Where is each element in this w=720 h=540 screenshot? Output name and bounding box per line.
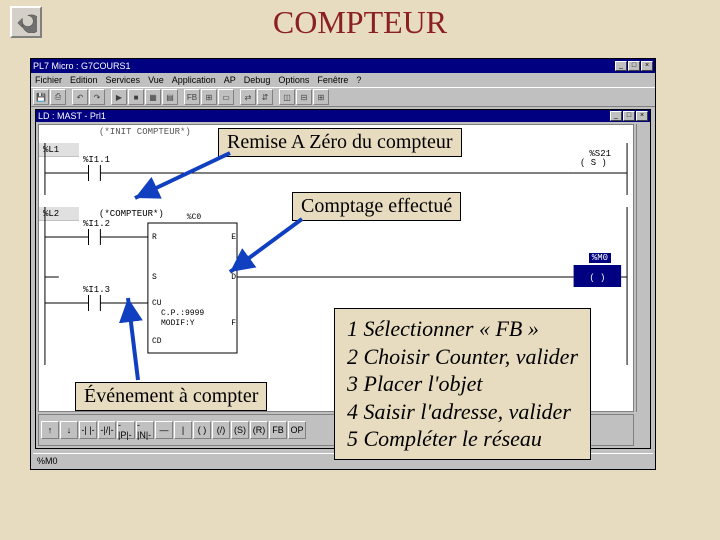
tool-print-icon[interactable]: ⎙ xyxy=(50,89,66,105)
svg-text:( S ): ( S ) xyxy=(580,158,607,168)
tool-undo-icon[interactable]: ↶ xyxy=(72,89,88,105)
ladder-minimize-button[interactable]: _ xyxy=(610,111,622,121)
maximize-button[interactable]: □ xyxy=(628,61,640,71)
coil-m0-addr: %M0 xyxy=(589,253,611,263)
titlebar: PL7 Micro : G7COURS1 _ □ × xyxy=(31,59,655,73)
menu-services[interactable]: Services xyxy=(106,75,141,85)
menu-ap[interactable]: AP xyxy=(224,75,236,85)
contact-i12: %I1.2 xyxy=(83,219,110,229)
network-comment: (*INIT COMPTEUR*) xyxy=(99,127,191,137)
pin-e: E xyxy=(231,233,236,242)
rung-label-2: %L2 xyxy=(39,207,79,221)
slide-title: COMPTEUR xyxy=(0,4,720,41)
menubar: Fichier Edition Services Vue Application… xyxy=(31,73,655,87)
contact-i13: %I1.3 xyxy=(83,285,110,295)
ladder-titlebar: LD : MAST - Prl1 _ □ × xyxy=(36,110,650,122)
palette-op-icon[interactable]: OP xyxy=(288,421,306,439)
palette-contact-nc-icon[interactable]: -|/|- xyxy=(98,421,116,439)
coil-s21-addr: %S21 xyxy=(589,149,611,159)
app-title: PL7 Micro : G7COURS1 xyxy=(33,61,131,71)
toolbar: 💾 ⎙ ↶ ↷ ▶ ■ ▦ ▤ FB ⊞ ▭ ⇄ ⇵ ◫ ⊟ ⊞ xyxy=(31,87,655,107)
palette-coil-neg-icon[interactable]: (/) xyxy=(212,421,230,439)
palette-rising-icon[interactable]: -|P|- xyxy=(117,421,135,439)
pin-cu: CU xyxy=(152,299,162,308)
tool-fb-icon[interactable]: FB xyxy=(184,89,200,105)
menu-edition[interactable]: Edition xyxy=(70,75,98,85)
menu-vue[interactable]: Vue xyxy=(148,75,164,85)
callout-comptage: Comptage effectué xyxy=(292,192,461,221)
tool-table-icon[interactable]: ▤ xyxy=(162,89,178,105)
status-text: %M0 xyxy=(37,456,58,466)
pin-f: F xyxy=(231,319,236,328)
menu-fenetre[interactable]: Fenêtre xyxy=(317,75,348,85)
minimize-button[interactable]: _ xyxy=(615,61,627,71)
tool-box-icon[interactable]: ⊞ xyxy=(201,89,217,105)
pin-d: D xyxy=(231,273,236,282)
palette-coil-set-icon[interactable]: (S) xyxy=(231,421,249,439)
counter-fb[interactable]: %C0 R S CU CD E D F C.P.:9999 MODIF:Y xyxy=(149,223,239,353)
pin-cd: CD xyxy=(152,337,162,346)
counter-preset: C.P.:9999 xyxy=(161,309,204,318)
pin-s: S xyxy=(152,273,157,282)
palette-fb-icon[interactable]: FB xyxy=(269,421,287,439)
instr-line-2: 2 Choisir Counter, valider xyxy=(347,343,578,371)
tool-offline-icon[interactable]: ⇄ xyxy=(240,89,256,105)
instruction-box: 1 Sélectionner « FB » 2 Choisir Counter,… xyxy=(334,308,591,460)
palette-coil-icon[interactable]: ( ) xyxy=(193,421,211,439)
menu-options[interactable]: Options xyxy=(278,75,309,85)
tool-module-icon[interactable]: ▭ xyxy=(218,89,234,105)
close-button[interactable]: × xyxy=(641,61,653,71)
palette-hline-icon[interactable]: — xyxy=(155,421,173,439)
counter-id: %C0 xyxy=(149,213,239,222)
ladder-close-button[interactable]: × xyxy=(636,111,648,121)
tool-window2-icon[interactable]: ⊟ xyxy=(296,89,312,105)
callout-evenement: Événement à compter xyxy=(75,382,267,411)
menu-debug[interactable]: Debug xyxy=(244,75,271,85)
tool-transfer-icon[interactable]: ⇵ xyxy=(257,89,273,105)
tool-window1-icon[interactable]: ◫ xyxy=(279,89,295,105)
rung-label-1: %L1 xyxy=(39,143,79,157)
instr-line-3: 3 Placer l'objet xyxy=(347,370,578,398)
tool-save-icon[interactable]: 💾 xyxy=(33,89,49,105)
tool-stop-icon[interactable]: ■ xyxy=(128,89,144,105)
menu-fichier[interactable]: Fichier xyxy=(35,75,62,85)
tool-window3-icon[interactable]: ⊞ xyxy=(313,89,329,105)
tool-run-icon[interactable]: ▶ xyxy=(111,89,127,105)
contact-i11: %I1.1 xyxy=(83,155,110,165)
svg-text:( ): ( ) xyxy=(589,273,605,283)
pin-r: R xyxy=(152,233,157,242)
palette-contact-no-icon[interactable]: -| |- xyxy=(79,421,97,439)
palette-down-icon[interactable]: ↓ xyxy=(60,421,78,439)
instr-line-5: 5 Compléter le réseau xyxy=(347,425,578,453)
palette-up-icon[interactable]: ↑ xyxy=(41,421,59,439)
tool-grid-icon[interactable]: ▦ xyxy=(145,89,161,105)
ladder-maximize-button[interactable]: □ xyxy=(623,111,635,121)
counter-mode: MODIF:Y xyxy=(161,319,195,328)
callout-raz: Remise A Zéro du compteur xyxy=(218,128,462,157)
instr-line-4: 4 Saisir l'adresse, valider xyxy=(347,398,578,426)
instr-line-1: 1 Sélectionner « FB » xyxy=(347,315,578,343)
ladder-window-title: LD : MAST - Prl1 xyxy=(38,111,106,121)
palette-vline-icon[interactable]: | xyxy=(174,421,192,439)
vertical-scrollbar[interactable] xyxy=(636,124,650,412)
menu-help[interactable]: ? xyxy=(356,75,361,85)
palette-falling-icon[interactable]: -|N|- xyxy=(136,421,154,439)
tool-redo-icon[interactable]: ↷ xyxy=(89,89,105,105)
palette-coil-reset-icon[interactable]: (R) xyxy=(250,421,268,439)
menu-application[interactable]: Application xyxy=(172,75,216,85)
